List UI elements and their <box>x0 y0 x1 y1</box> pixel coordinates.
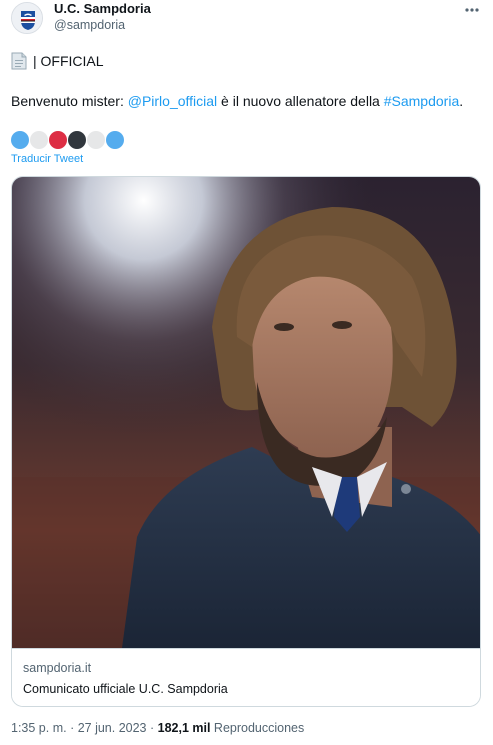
card-title: Comunicato ufficiale U.C. Sampdoria <box>23 682 228 696</box>
card-image[interactable] <box>12 177 480 648</box>
emoji-dot-icon <box>106 131 124 149</box>
more-dots-icon[interactable] <box>462 2 482 18</box>
separator: · <box>146 721 158 735</box>
tweet-text-prefix: Benvenuto mister: <box>11 93 128 109</box>
emoji-dot-icon <box>87 131 105 149</box>
link-card[interactable]: sampdoria.it Comunicato ufficiale U.C. S… <box>11 176 481 707</box>
tweet-text-suffix: . <box>459 93 464 109</box>
card-meta[interactable]: sampdoria.it Comunicato ufficiale U.C. S… <box>12 648 480 706</box>
emoji-dot-icon <box>11 131 29 149</box>
coach-photo <box>12 177 480 648</box>
emoji-dots <box>11 131 124 149</box>
mention-link[interactable]: @Pirlo_official <box>128 93 217 109</box>
emoji-dot-icon <box>49 131 67 149</box>
tweet-date[interactable]: 27 jun. 2023 <box>78 721 147 735</box>
hashtag-link[interactable]: #Sampdoria <box>384 93 460 109</box>
tweet-footer: 1:35 p. m. · 27 jun. 2023 · 182,1 mil Re… <box>11 721 304 735</box>
sampdoria-crest-icon <box>12 3 42 33</box>
views-label: Reproducciones <box>210 721 305 735</box>
emoji-dot-icon <box>30 131 48 149</box>
account-handle[interactable]: @sampdoria <box>54 18 125 32</box>
page-facing-up-icon <box>11 52 27 70</box>
translate-link[interactable]: Traducir Tweet <box>11 153 83 165</box>
account-name[interactable]: U.C. Sampdoria <box>54 1 151 16</box>
tweet-text-middle: è il nuovo allenatore della <box>217 93 384 109</box>
separator: · <box>66 721 78 735</box>
card-domain: sampdoria.it <box>23 661 92 675</box>
official-line: | OFFICIAL <box>11 52 104 70</box>
tweet-body: Benvenuto mister: @Pirlo_official è il n… <box>11 93 463 109</box>
views-count: 182,1 mil <box>157 721 211 735</box>
avatar[interactable] <box>11 2 43 34</box>
official-label: | OFFICIAL <box>33 53 104 69</box>
tweet-time[interactable]: 1:35 p. m. <box>11 721 67 735</box>
emoji-dot-icon <box>68 131 86 149</box>
tweet-header: U.C. Sampdoria @sampdoria <box>11 0 486 40</box>
